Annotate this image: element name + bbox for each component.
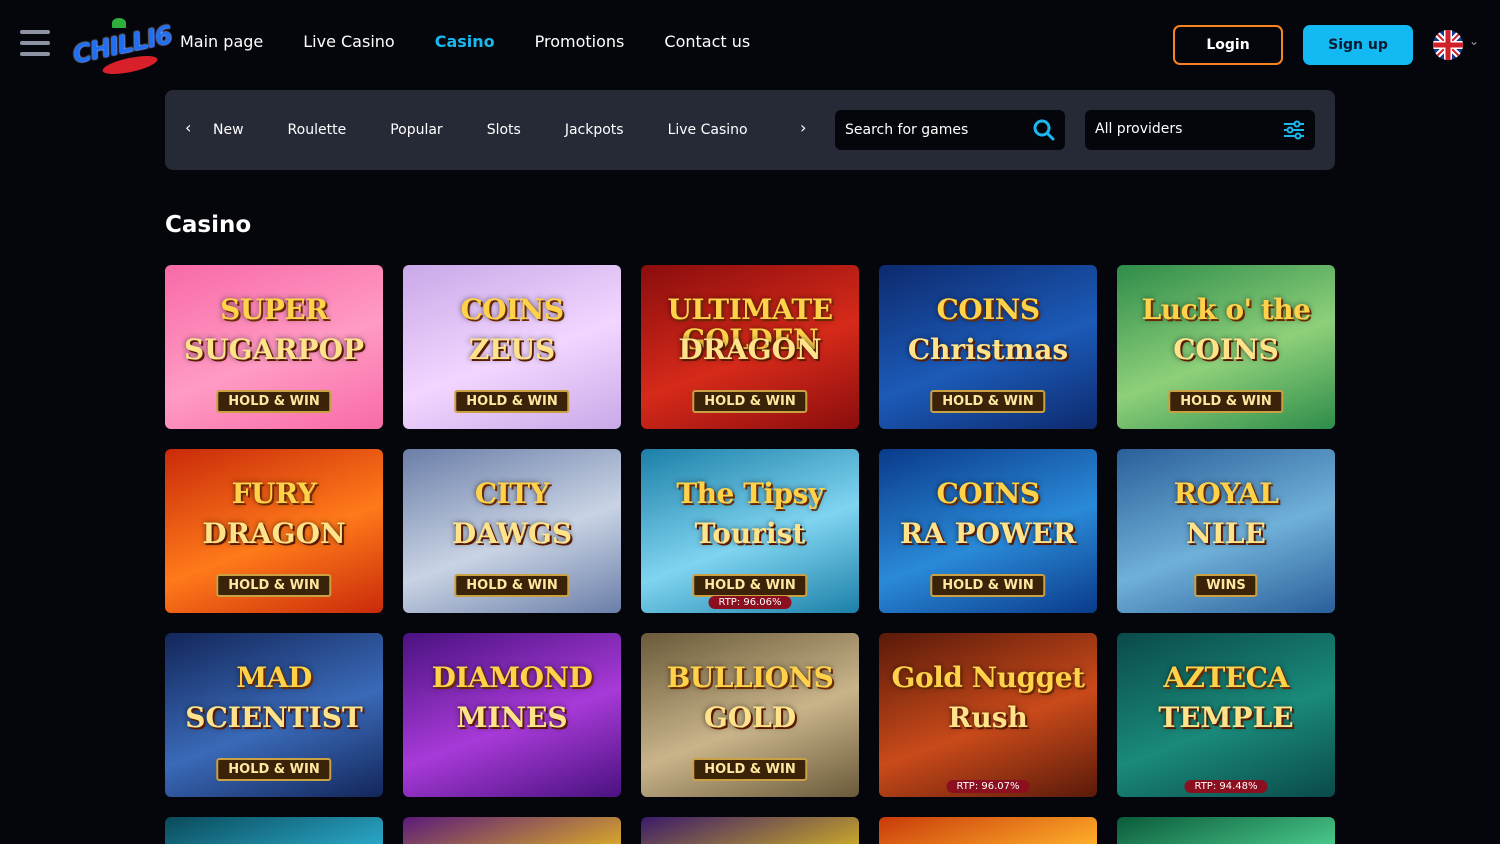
game-badge: HOLD & WIN	[216, 574, 332, 597]
game-title-line1: The Tipsy	[676, 477, 824, 510]
game-title-line2: DAWGS	[451, 517, 573, 550]
search-input[interactable]	[835, 110, 1025, 150]
providers-dropdown[interactable]: All providers	[1085, 110, 1315, 150]
game-title-line1: Gold Nugget	[891, 661, 1085, 694]
providers-label: All providers	[1095, 121, 1183, 137]
game-title-line2: Christmas	[907, 333, 1069, 366]
tab-popular[interactable]: Popular	[368, 90, 465, 170]
game-badge: HOLD & WIN	[454, 390, 570, 413]
game-badge: HOLD & WIN	[930, 574, 1046, 597]
rtp-badge: RTP: 96.07%	[946, 780, 1030, 793]
game-tile[interactable]: COINS ZEUS HOLD & WIN	[403, 265, 621, 429]
game-tile[interactable]: CITY DAWGS HOLD & WIN	[403, 449, 621, 613]
game-title-line1: DIAMOND	[431, 661, 593, 694]
chevron-left-icon[interactable]: ‹	[185, 118, 191, 137]
tab-new[interactable]: New	[213, 90, 266, 170]
rtp-badge: RTP: 96.06%	[708, 596, 792, 609]
game-tile[interactable]: DIAMOND MINES	[403, 633, 621, 797]
game-title-line1: SUPER	[220, 293, 328, 326]
game-badge: HOLD & WIN	[930, 390, 1046, 413]
game-tile[interactable]	[879, 817, 1097, 844]
game-title-line2: SUGARPOP	[183, 333, 365, 366]
game-tile[interactable]: ULTIMATE GOLDEN DRAGON HOLD & WIN	[641, 265, 859, 429]
game-tile[interactable]: Gold Nugget Rush RTP: 96.07%	[879, 633, 1097, 797]
game-badge: HOLD & WIN	[216, 758, 332, 781]
tab-roulette[interactable]: Roulette	[266, 90, 369, 170]
section-title: Casino	[165, 212, 252, 238]
game-title-line1: COINS	[936, 477, 1040, 510]
games-grid: SUPER SUGARPOP HOLD & WIN COINS ZEUS HOLD & W…	[165, 265, 1335, 844]
game-title-line2: MINES	[456, 701, 568, 734]
game-tile[interactable]: ROYAL NILE WINS	[1117, 449, 1335, 613]
search-box	[835, 110, 1065, 150]
game-tile[interactable]: AZTECA TEMPLE RTP: 94.48%	[1117, 633, 1335, 797]
chevron-down-icon: ⌄	[1469, 34, 1480, 48]
game-title-line1: MAD	[236, 661, 312, 694]
chevron-right-icon[interactable]: ›	[800, 118, 806, 137]
game-title-line2: COINS	[1173, 333, 1279, 366]
filter-sliders-icon	[1284, 120, 1304, 140]
chilli6-logo[interactable]: CHILLI6	[68, 10, 174, 82]
game-badge: HOLD & WIN	[216, 390, 332, 413]
tab-casino[interactable]: Ca	[770, 90, 788, 170]
game-title-line2: ZEUS	[468, 333, 556, 366]
game-title-line2: Tourist	[694, 517, 806, 550]
tab-live-casino[interactable]: Live Casino	[646, 90, 770, 170]
game-badge: HOLD & WIN	[692, 574, 808, 597]
game-tile[interactable]: COINS RA POWER HOLD & WIN	[879, 449, 1097, 613]
game-tile[interactable]	[165, 817, 383, 844]
game-title-line1: ROYAL	[1173, 477, 1279, 510]
tab-slots[interactable]: Slots	[465, 90, 543, 170]
nav-main-page[interactable]: Main page	[180, 32, 263, 51]
game-title-line1: COINS	[936, 293, 1040, 326]
game-title-line2: TEMPLE	[1158, 701, 1294, 734]
language-selector[interactable]: ⌄	[1433, 30, 1483, 60]
game-tile[interactable]: SUPER SUGARPOP HOLD & WIN	[165, 265, 383, 429]
login-button[interactable]: Login	[1173, 25, 1283, 65]
game-badge: WINS	[1194, 574, 1258, 597]
category-bar: ‹ New Roulette Popular Slots Jackpots Li…	[165, 90, 1335, 170]
game-badge: HOLD & WIN	[454, 574, 570, 597]
game-tile[interactable]: MAD SCIENTIST HOLD & WIN	[165, 633, 383, 797]
hamburger-menu-icon[interactable]	[20, 30, 50, 58]
signup-button[interactable]: Sign up	[1303, 25, 1413, 65]
game-tile[interactable]: The Tipsy Tourist HOLD & WIN RTP: 96.06%	[641, 449, 859, 613]
game-title-line1: FURY	[231, 477, 317, 510]
game-title-line1: CITY	[474, 477, 550, 510]
game-badge: HOLD & WIN	[1168, 390, 1284, 413]
game-tile[interactable]: COINS Christmas HOLD & WIN	[879, 265, 1097, 429]
game-title-line2: NILE	[1186, 517, 1266, 550]
game-tile[interactable]: BULLIONS GOLD HOLD & WIN	[641, 633, 859, 797]
game-tile[interactable]	[1117, 817, 1335, 844]
game-title-line1: Luck o' the	[1141, 293, 1311, 326]
main-nav: Main page Live Casino Casino Promotions …	[180, 32, 750, 51]
logo-stem-shape	[112, 18, 126, 28]
game-badge: HOLD & WIN	[692, 390, 808, 413]
game-title-line2: SCIENTIST	[185, 701, 363, 734]
nav-contact-us[interactable]: Contact us	[664, 32, 750, 51]
game-title-line2: GOLD	[703, 701, 797, 734]
game-title-line2: DRAGON	[202, 517, 346, 550]
game-tile[interactable]: Luck o' the COINS HOLD & WIN	[1117, 265, 1335, 429]
game-tile[interactable]: FURY DRAGON HOLD & WIN	[165, 449, 383, 613]
game-tile[interactable]	[641, 817, 859, 844]
uk-flag-icon	[1433, 30, 1463, 60]
game-title-line2: Rush	[948, 701, 1028, 734]
game-title-line2: RA POWER	[899, 517, 1077, 550]
game-tile[interactable]	[403, 817, 621, 844]
game-title-line1: COINS	[460, 293, 564, 326]
top-header: CHILLI6 Main page Live Casino Casino Pro…	[0, 0, 1500, 90]
nav-promotions[interactable]: Promotions	[535, 32, 625, 51]
game-title-line1: AZTECA	[1163, 661, 1289, 694]
rtp-badge: RTP: 94.48%	[1184, 780, 1268, 793]
game-title-line2: DRAGON	[678, 333, 822, 366]
category-tabs: New Roulette Popular Slots Jackpots Live…	[213, 90, 788, 170]
tab-jackpots[interactable]: Jackpots	[543, 90, 646, 170]
game-title-line1: BULLIONS	[666, 661, 834, 694]
game-badge: HOLD & WIN	[692, 758, 808, 781]
search-icon[interactable]	[1033, 119, 1055, 141]
nav-live-casino[interactable]: Live Casino	[303, 32, 394, 51]
nav-casino[interactable]: Casino	[435, 32, 495, 51]
